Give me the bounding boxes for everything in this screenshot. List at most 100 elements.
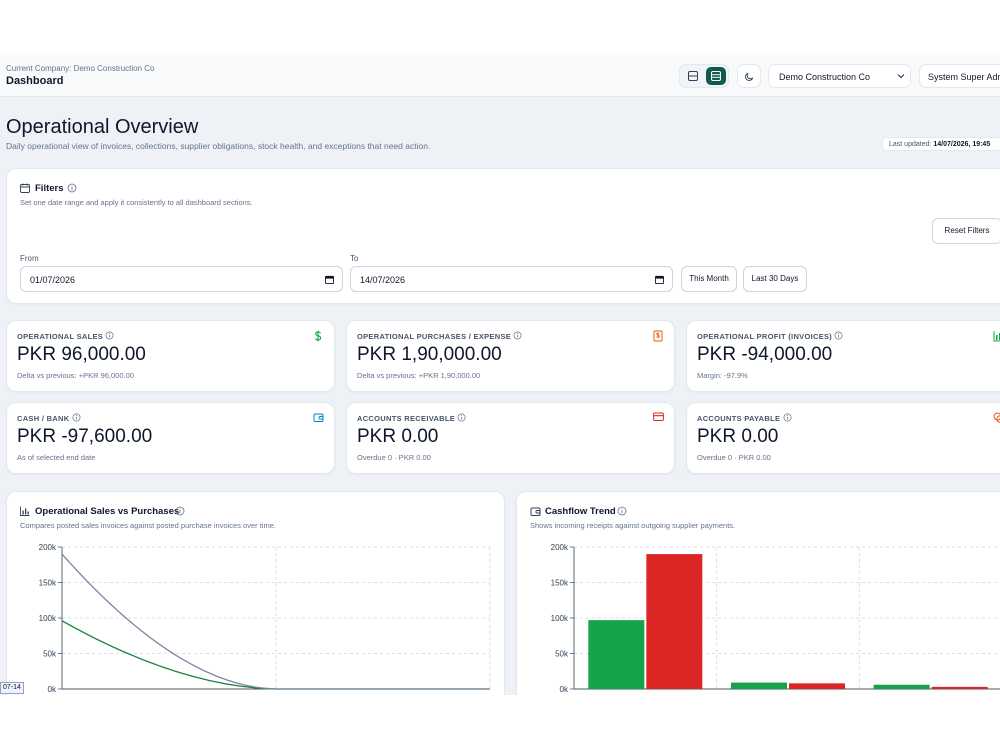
cashflow-trend-card: Cashflow Trend Shows incoming receipts a… bbox=[516, 491, 1000, 695]
info-icon[interactable] bbox=[175, 506, 185, 516]
wallet-icon bbox=[313, 413, 324, 422]
kpi-value: PKR 0.00 bbox=[357, 426, 439, 447]
coins-icon bbox=[993, 412, 1000, 423]
info-icon bbox=[835, 331, 843, 340]
kpi-value: PKR 1,90,000.00 bbox=[357, 344, 502, 365]
compact-layout-button[interactable] bbox=[683, 67, 703, 85]
kpi-label: CASH / BANK bbox=[17, 413, 81, 423]
info-icon bbox=[513, 331, 522, 340]
kpi-value: PKR 96,000.00 bbox=[17, 344, 146, 365]
kpi-note: Delta vs previous: +PKR 96,000.00 bbox=[17, 371, 134, 380]
y-tick-label: 150k bbox=[551, 579, 569, 588]
kpi-card-accounts-payable[interactable]: ACCOUNTS PAYABLE PKR 0.00 Overdue 0 · PK… bbox=[686, 402, 1000, 474]
top-header: Current Company: Demo Construction Co Da… bbox=[0, 55, 1000, 97]
user-name: System Super Admin bbox=[928, 72, 1000, 82]
page-subtitle: Daily operational view of invoices, coll… bbox=[6, 141, 431, 151]
info-icon[interactable] bbox=[67, 183, 77, 193]
y-tick-label: 100k bbox=[551, 614, 569, 623]
info-icon bbox=[72, 413, 81, 422]
bar-chart-icon bbox=[20, 506, 30, 516]
cashflow-bar bbox=[646, 554, 703, 689]
chart-tooltip-date: 07-14 bbox=[0, 682, 24, 694]
moon-icon bbox=[745, 72, 754, 81]
y-tick-label: 100k bbox=[39, 614, 57, 623]
sales-chart-subtitle: Compares posted sales invoices against p… bbox=[20, 521, 276, 530]
to-date-value: 14/07/2026 bbox=[360, 275, 406, 285]
filters-card: Filters Set one date range and apply it … bbox=[6, 168, 1000, 304]
reset-filters-button[interactable]: Reset Filters bbox=[932, 218, 1000, 244]
from-date-value: 01/07/2026 bbox=[30, 275, 76, 285]
receipt-icon bbox=[653, 330, 663, 342]
filters-subtitle: Set one date range and apply it consiste… bbox=[20, 198, 253, 207]
company-select-value: Demo Construction Co bbox=[779, 72, 871, 82]
kpi-label: OPERATIONAL PROFIT (INVOICES) bbox=[697, 331, 843, 341]
chevron-down-icon bbox=[897, 74, 905, 79]
cashflow-bar bbox=[931, 686, 988, 689]
layout-toggle bbox=[679, 64, 729, 88]
kpi-note: Overdue 0 · PKR 0.00 bbox=[697, 453, 771, 462]
bar-chart-icon bbox=[993, 331, 1000, 342]
kpi-value: PKR -94,000.00 bbox=[697, 344, 833, 365]
info-icon[interactable] bbox=[617, 506, 627, 516]
info-icon bbox=[106, 331, 114, 340]
kpi-card-cash-bank[interactable]: CASH / BANK PKR -97,600.00 As of selecte… bbox=[6, 402, 335, 474]
cashflow-bar bbox=[588, 620, 645, 689]
y-tick-label: 200k bbox=[39, 543, 57, 552]
last-updated-label: Last updated: bbox=[889, 141, 932, 148]
y-tick-label: 50k bbox=[43, 650, 57, 659]
kpi-label: OPERATIONAL SALES bbox=[17, 331, 114, 341]
last-updated-value: 14/07/2026, 19:45 bbox=[933, 141, 991, 148]
company-select[interactable]: Demo Construction Co bbox=[768, 64, 911, 88]
kpi-note: As of selected end date bbox=[17, 453, 96, 462]
last-30-days-button[interactable]: Last 30 Days bbox=[743, 266, 807, 292]
wallet-icon bbox=[530, 507, 541, 516]
info-icon bbox=[783, 413, 792, 422]
kpi-label: OPERATIONAL PURCHASES / EXPENSE bbox=[357, 331, 522, 341]
from-date-input[interactable]: 01/07/2026 bbox=[20, 266, 343, 292]
cashflow-chart-title: Cashflow Trend bbox=[545, 506, 616, 517]
calendar-icon bbox=[20, 183, 30, 193]
cashflow-bar bbox=[873, 684, 930, 689]
this-month-button[interactable]: This Month bbox=[681, 266, 737, 292]
cashflow-chart-subtitle: Shows incoming receipts against outgoing… bbox=[530, 521, 736, 530]
dollar-icon bbox=[314, 330, 322, 342]
info-icon bbox=[458, 413, 466, 422]
kpi-note: Margin: -97.9% bbox=[697, 371, 748, 380]
kpi-card-operational-profit[interactable]: OPERATIONAL PROFIT (INVOICES) PKR -94,00… bbox=[686, 320, 1000, 392]
sales-chart-title: Operational Sales vs Purchases bbox=[35, 506, 180, 517]
kpi-card-operational-sales[interactable]: OPERATIONAL SALES PKR 96,000.00 Delta vs… bbox=[6, 320, 335, 392]
y-tick-label: 0k bbox=[48, 685, 57, 694]
kpi-value: PKR 0.00 bbox=[697, 426, 779, 447]
last-updated-badge: Last updated: 14/07/2026, 19:45 bbox=[882, 137, 1000, 151]
kpi-label: ACCOUNTS RECEIVABLE bbox=[357, 413, 466, 423]
y-tick-label: 50k bbox=[555, 650, 569, 659]
calendar-icon bbox=[325, 275, 334, 284]
kpi-note: Overdue 0 · PKR 0.00 bbox=[357, 453, 431, 462]
y-tick-label: 0k bbox=[560, 685, 569, 694]
filters-title: Filters bbox=[35, 183, 64, 194]
theme-toggle-button[interactable] bbox=[737, 64, 761, 88]
current-company-label: Current Company: Demo Construction Co bbox=[6, 64, 155, 73]
calendar-icon bbox=[655, 275, 664, 284]
to-label: To bbox=[350, 254, 359, 263]
dashboard-viewport: Current Company: Demo Construction Co Da… bbox=[0, 55, 1000, 695]
to-date-input[interactable]: 14/07/2026 bbox=[350, 266, 673, 292]
kpi-label: ACCOUNTS PAYABLE bbox=[697, 413, 792, 423]
y-tick-label: 200k bbox=[551, 543, 569, 552]
from-label: From bbox=[20, 254, 39, 263]
comfortable-layout-button[interactable] bbox=[706, 67, 726, 85]
y-tick-label: 150k bbox=[39, 579, 57, 588]
cashflow-trend-chart[interactable]: 200k150k100k50k0k07-01 07-07 07-14 bbox=[517, 536, 1000, 695]
layout-compact-icon bbox=[688, 71, 698, 81]
sales-vs-purchases-card: Operational Sales vs Purchases Compares … bbox=[6, 491, 505, 695]
page-title: Operational Overview bbox=[6, 116, 199, 138]
breadcrumb: Dashboard bbox=[6, 75, 64, 87]
kpi-card-accounts-receivable[interactable]: ACCOUNTS RECEIVABLE PKR 0.00 Overdue 0 ·… bbox=[346, 402, 675, 474]
kpi-card-operational-purchases[interactable]: OPERATIONAL PURCHASES / EXPENSE PKR 1,90… bbox=[346, 320, 675, 392]
layout-rows-icon bbox=[711, 71, 721, 81]
cashflow-bar bbox=[731, 682, 787, 689]
kpi-value: PKR -97,600.00 bbox=[17, 426, 153, 447]
sales-vs-purchases-chart[interactable]: 200k150k100k50k0k07-01 07-07 07-14 bbox=[7, 536, 505, 695]
kpi-note: Delta vs previous: +PKR 1,90,000.00 bbox=[357, 371, 481, 380]
user-menu-button[interactable]: System Super Admin bbox=[919, 64, 1000, 88]
